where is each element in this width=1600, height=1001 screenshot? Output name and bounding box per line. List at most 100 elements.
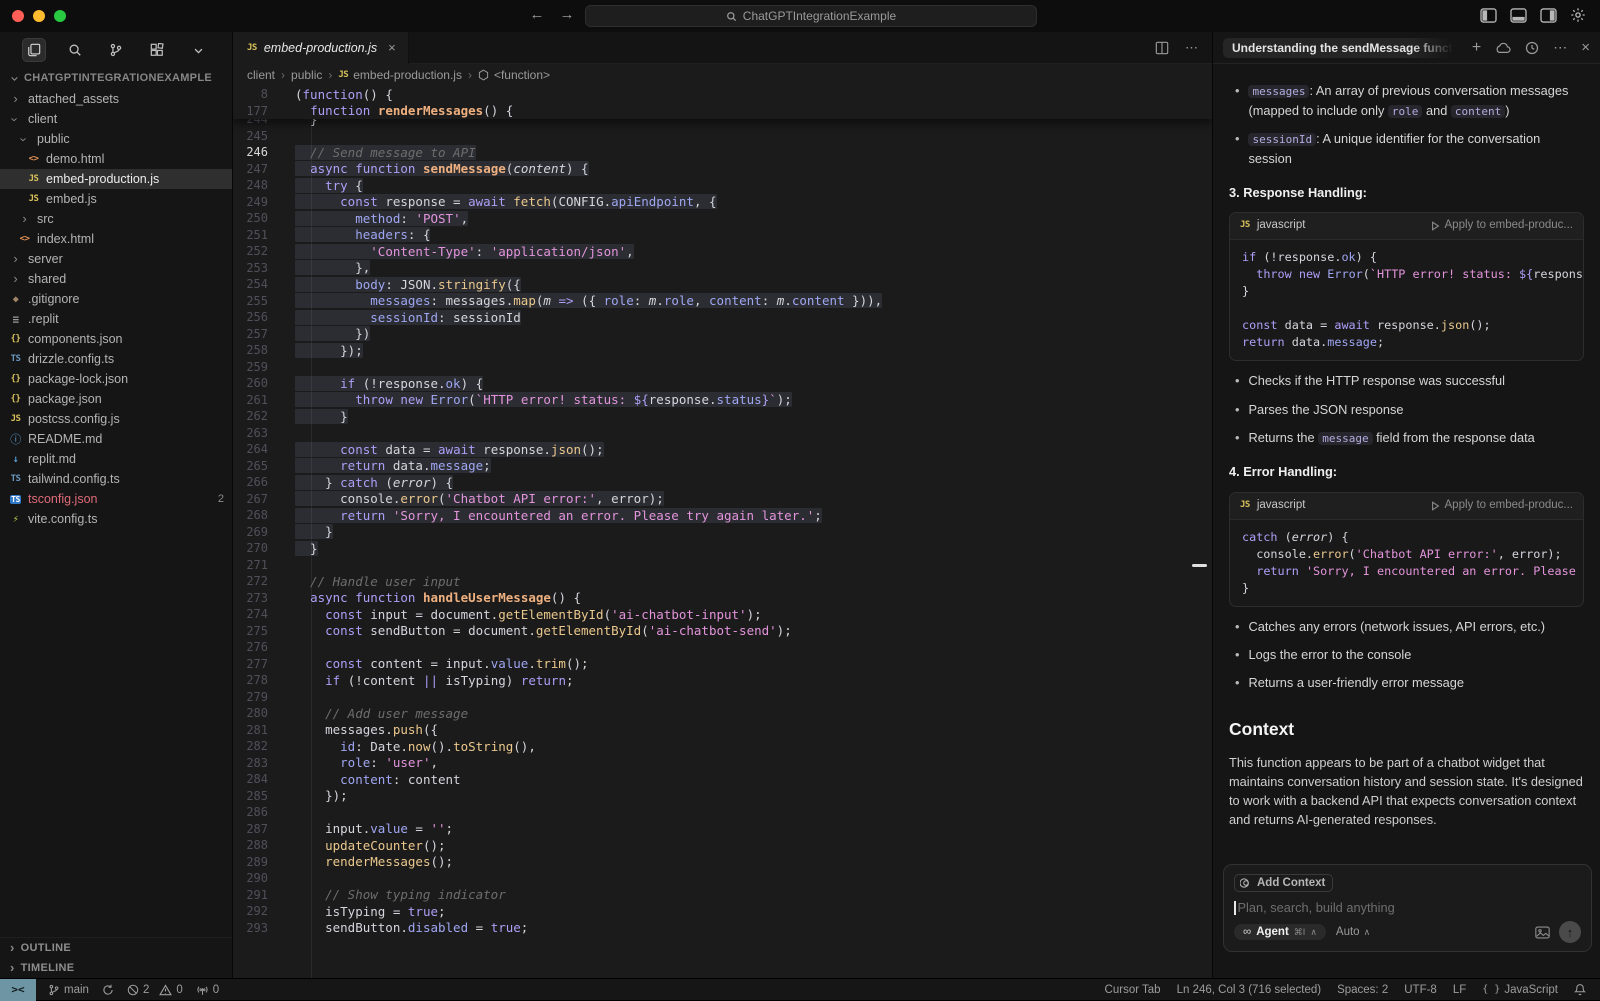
problems-status[interactable]: 2 0 [127, 984, 183, 996]
cloud-icon[interactable] [1495, 42, 1511, 54]
code-line-273[interactable]: 273 async function handleUserMessage() { [233, 590, 1212, 607]
zoom-window-button[interactable] [54, 10, 66, 22]
code-line-251[interactable]: 251 headers: { [233, 227, 1212, 244]
cursor-position-status[interactable]: Ln 246, Col 3 (716 selected) [1177, 984, 1321, 996]
editor-more-actions-icon[interactable]: ⋯ [1185, 40, 1198, 56]
tree-item-attached-assets[interactable]: ›attached_assets [0, 89, 232, 109]
new-chat-icon[interactable]: + [1472, 39, 1481, 57]
code-line-265[interactable]: 265 return data.message; [233, 458, 1212, 475]
code-line-246[interactable]: 246 // Send message to API [233, 144, 1212, 161]
code-line-270[interactable]: 270 } [233, 540, 1212, 557]
tab-close-icon[interactable]: × [388, 40, 396, 55]
code-line-245[interactable]: 245 [233, 128, 1212, 145]
agent-mode-selector[interactable]: ∞ Agent ⌘I ∧ [1234, 924, 1326, 940]
tree-item-demo-html[interactable]: <>demo.html [0, 149, 232, 169]
code-line-276[interactable]: 276 [233, 639, 1212, 656]
close-window-button[interactable] [12, 10, 24, 22]
code-line-250[interactable]: 250 method: 'POST', [233, 210, 1212, 227]
code-line-290[interactable]: 290 [233, 870, 1212, 887]
tree-item-components-json[interactable]: {}components.json [0, 329, 232, 349]
sidebar-section-timeline[interactable]: ›TIMELINE [0, 958, 232, 978]
model-selector[interactable]: Auto ∧ [1336, 926, 1370, 938]
chat-title-tab[interactable]: Understanding the sendMessage function [1223, 38, 1453, 58]
code-line-247[interactable]: 247 async function sendMessage(content) … [233, 161, 1212, 178]
breadcrumb-item[interactable]: client [247, 68, 275, 82]
breadcrumb-item[interactable]: public [291, 68, 322, 82]
tree-item-src[interactable]: ›src [0, 209, 232, 229]
code-line-261[interactable]: 261 throw new Error(`HTTP error! status:… [233, 392, 1212, 409]
code-line-267[interactable]: 267 console.error('Chatbot API error:', … [233, 491, 1212, 508]
code-line-279[interactable]: 279 [233, 689, 1212, 706]
tree-item-readme-md[interactable]: ⓘREADME.md [0, 429, 232, 449]
code-line-277[interactable]: 277 const content = input.value.trim(); [233, 656, 1212, 673]
chat-more-icon[interactable]: ⋯ [1553, 39, 1567, 56]
code-line-257[interactable]: 257 }) [233, 326, 1212, 343]
code-line-288[interactable]: 288 updateCounter(); [233, 837, 1212, 854]
sidebar-section-outline[interactable]: ›OUTLINE [0, 938, 232, 958]
tree-item-tailwind-config-ts[interactable]: TStailwind.config.ts [0, 469, 232, 489]
tree-item--replit[interactable]: ≡.replit [0, 309, 232, 329]
chat-input-box[interactable]: Add Context Plan, search, build anything… [1223, 864, 1592, 952]
code-line-274[interactable]: 274 const input = document.getElementByI… [233, 606, 1212, 623]
tree-item-replit-md[interactable]: ↓replit.md [0, 449, 232, 469]
code-line-275[interactable]: 275 const sendButton = document.getEleme… [233, 623, 1212, 640]
tree-item-tsconfig-json[interactable]: TStsconfig.json2 [0, 489, 232, 509]
settings-gear-icon[interactable] [1570, 7, 1586, 23]
minimize-window-button[interactable] [33, 10, 45, 22]
apply-code-button[interactable]: Apply to embed-produc... [1431, 497, 1574, 514]
code-line-259[interactable]: 259 [233, 359, 1212, 376]
tree-item-vite-config-ts[interactable]: ⚡vite.config.ts [0, 509, 232, 529]
indentation-status[interactable]: Spaces: 2 [1337, 984, 1388, 996]
command-center-search[interactable]: ChatGPTIntegrationExample [585, 5, 1037, 27]
tree-item-postcss-config-js[interactable]: JSpostcss.config.js [0, 409, 232, 429]
sticky-line-177[interactable]: 177 function renderMessages() { [233, 103, 1212, 120]
source-control-view-icon[interactable] [104, 38, 128, 62]
code-line-291[interactable]: 291 // Show typing indicator [233, 887, 1212, 904]
code-line-263[interactable]: 263 [233, 425, 1212, 442]
code-editor[interactable]: 242 // Scroll to bottom243 container.scr… [233, 86, 1212, 978]
tree-item-shared[interactable]: ›shared [0, 269, 232, 289]
extensions-view-icon[interactable] [145, 38, 169, 62]
send-message-button[interactable]: ↑ [1559, 921, 1581, 943]
tree-item-client[interactable]: ›client [0, 109, 232, 129]
code-line-284[interactable]: 284 content: content [233, 771, 1212, 788]
git-branch-status[interactable]: main [48, 984, 89, 996]
breadcrumb-item[interactable]: JSembed-production.js [338, 68, 462, 82]
tree-item-drizzle-config-ts[interactable]: TSdrizzle.config.ts [0, 349, 232, 369]
toggle-bottom-panel-icon[interactable] [1510, 8, 1527, 23]
split-editor-icon[interactable] [1155, 41, 1169, 55]
tree-item-public[interactable]: ›public [0, 129, 232, 149]
code-line-262[interactable]: 262 } [233, 408, 1212, 425]
sticky-line-8[interactable]: 8(function() { [233, 86, 1212, 103]
code-line-269[interactable]: 269 } [233, 524, 1212, 541]
toggle-right-sidebar-icon[interactable] [1540, 8, 1557, 23]
notifications-bell-icon[interactable] [1574, 983, 1586, 996]
language-status[interactable]: { } JavaScript [1482, 984, 1558, 996]
code-line-280[interactable]: 280 // Add user message [233, 705, 1212, 722]
code-line-264[interactable]: 264 const data = await response.json(); [233, 441, 1212, 458]
chat-close-icon[interactable]: × [1581, 39, 1590, 56]
code-line-256[interactable]: 256 sessionId: sessionId [233, 309, 1212, 326]
add-context-chip[interactable]: Add Context [1234, 874, 1333, 892]
code-line-293[interactable]: 293 sendButton.disabled = true; [233, 920, 1212, 937]
code-line-252[interactable]: 252 'Content-Type': 'application/json', [233, 243, 1212, 260]
code-line-285[interactable]: 285 }); [233, 788, 1212, 805]
tree-item-server[interactable]: ›server [0, 249, 232, 269]
code-line-268[interactable]: 268 return 'Sorry, I encountered an erro… [233, 507, 1212, 524]
code-line-289[interactable]: 289 renderMessages(); [233, 854, 1212, 871]
code-line-271[interactable]: 271 [233, 557, 1212, 574]
remote-indicator[interactable]: >< [0, 979, 36, 1001]
code-line-272[interactable]: 272 // Handle user input [233, 573, 1212, 590]
encoding-status[interactable]: UTF-8 [1404, 984, 1437, 996]
sync-icon[interactable] [102, 984, 114, 996]
breadcrumb-item[interactable]: <function> [478, 68, 550, 82]
tree-item-embed-js[interactable]: JSembed.js [0, 189, 232, 209]
eol-status[interactable]: LF [1453, 984, 1466, 996]
search-view-icon[interactable] [63, 38, 87, 62]
explorer-view-icon[interactable] [22, 38, 46, 62]
tree-item-package-lock-json[interactable]: {}package-lock.json [0, 369, 232, 389]
editor-tab-embed-production[interactable]: JS embed-production.js × [233, 32, 409, 64]
code-line-255[interactable]: 255 messages: messages.map(m => ({ role:… [233, 293, 1212, 310]
code-line-258[interactable]: 258 }); [233, 342, 1212, 359]
tree-item-embed-production-js[interactable]: JSembed-production.js [0, 169, 232, 189]
